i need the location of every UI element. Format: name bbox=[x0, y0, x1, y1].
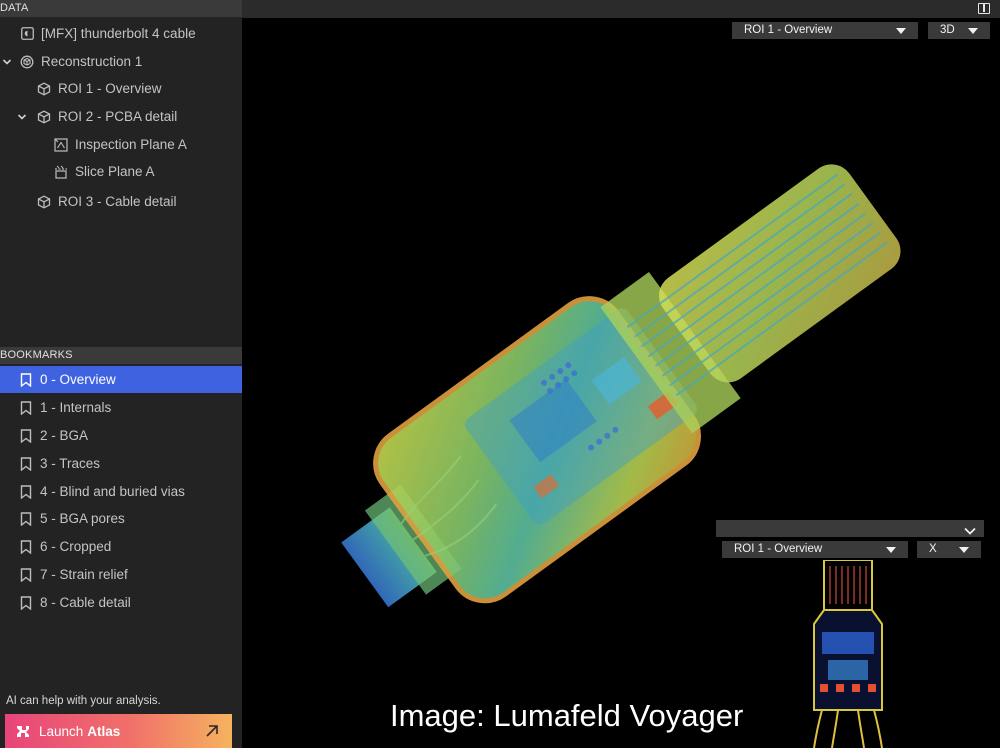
bookmark-item[interactable]: 8 - Cable detail bbox=[0, 589, 242, 616]
bookmark-icon bbox=[20, 539, 32, 554]
bookmark-icon bbox=[20, 595, 32, 610]
bookmark-icon bbox=[20, 428, 32, 443]
tree-item-label: [MFX] thunderbolt 4 cable bbox=[41, 26, 196, 41]
chevron-down-icon bbox=[964, 523, 976, 535]
axis-select[interactable]: X bbox=[917, 541, 981, 558]
tree-item-reconstruction[interactable]: Reconstruction 1 bbox=[0, 48, 242, 75]
atlas-logo-icon bbox=[15, 723, 31, 739]
bookmark-item[interactable]: 0 - Overview bbox=[0, 366, 242, 393]
3d-viewport[interactable]: ROI 1 - Overview 3D ROI 1 - Overview X I… bbox=[242, 0, 1000, 748]
bookmark-icon bbox=[20, 567, 32, 582]
launch-atlas-prefix: Launch bbox=[39, 723, 84, 739]
axis-select-value: X bbox=[929, 543, 937, 555]
external-arrow-icon bbox=[204, 723, 220, 739]
tree-item-label: ROI 3 - Cable detail bbox=[58, 194, 177, 209]
tree-item-inspection-plane[interactable]: Inspection Plane A bbox=[0, 131, 242, 158]
bookmark-item[interactable]: 7 - Strain relief bbox=[0, 561, 242, 588]
bookmark-item[interactable]: 3 - Traces bbox=[0, 450, 242, 477]
watermark: Image: Lumafeld Voyager bbox=[390, 698, 744, 733]
cube-icon bbox=[37, 81, 51, 96]
launch-atlas-button[interactable]: Launch Atlas bbox=[5, 714, 232, 748]
bookmark-label: 4 - Blind and buried vias bbox=[40, 484, 185, 499]
bookmark-item[interactable]: 5 - BGA pores bbox=[0, 505, 242, 532]
bookmark-label: 5 - BGA pores bbox=[40, 511, 125, 526]
caret-down-icon bbox=[959, 547, 969, 553]
bookmark-label: 1 - Internals bbox=[40, 400, 112, 415]
chevron-down-icon[interactable] bbox=[17, 112, 27, 122]
bookmark-label: 3 - Traces bbox=[40, 456, 101, 471]
reconstruction-icon bbox=[20, 55, 34, 69]
bookmark-item[interactable]: 2 - BGA bbox=[0, 422, 242, 449]
data-section-header: DATA bbox=[0, 0, 242, 17]
ai-help-text: AI can help with your analysis. bbox=[6, 695, 161, 707]
cube-icon bbox=[37, 194, 51, 209]
volume-file-icon bbox=[20, 27, 34, 41]
mini-roi-select[interactable]: ROI 1 - Overview bbox=[722, 541, 908, 558]
tree-item-volume-file[interactable]: [MFX] thunderbolt 4 cable bbox=[0, 20, 242, 47]
mini-view-select[interactable] bbox=[716, 520, 984, 537]
slice-preview[interactable] bbox=[808, 560, 888, 748]
tree-item-label: Slice Plane A bbox=[75, 164, 155, 179]
chevron-down-icon[interactable] bbox=[2, 57, 12, 67]
tree-item-label: Inspection Plane A bbox=[75, 137, 187, 152]
bookmark-label: 8 - Cable detail bbox=[40, 595, 131, 610]
sidebar: DATA [MFX] thunderbolt 4 cable Reconstru… bbox=[0, 0, 242, 748]
bookmark-item[interactable]: 4 - Blind and buried vias bbox=[0, 478, 242, 505]
viewport-toolbar bbox=[242, 0, 1000, 18]
caret-down-icon bbox=[886, 547, 896, 553]
tree-item-label: ROI 2 - PCBA detail bbox=[58, 109, 178, 124]
tree-item-roi-2[interactable]: ROI 2 - PCBA detail bbox=[0, 103, 242, 130]
bookmark-label: 0 - Overview bbox=[40, 372, 116, 387]
split-layout-icon[interactable] bbox=[978, 3, 990, 14]
tree-item-label: ROI 1 - Overview bbox=[58, 81, 162, 96]
tree-item-roi-1[interactable]: ROI 1 - Overview bbox=[0, 75, 242, 102]
tree-item-roi-3[interactable]: ROI 3 - Cable detail bbox=[0, 188, 242, 215]
bookmark-item[interactable]: 1 - Internals bbox=[0, 394, 242, 421]
bookmark-label: 6 - Cropped bbox=[40, 539, 112, 554]
bookmark-icon bbox=[20, 484, 32, 499]
bookmark-item[interactable]: 6 - Cropped bbox=[0, 533, 242, 560]
slice-plane-icon bbox=[54, 165, 68, 179]
tree-item-slice-plane[interactable]: Slice Plane A bbox=[0, 158, 242, 185]
bookmarks-section-header: BOOKMARKS bbox=[0, 347, 242, 364]
tree-item-label: Reconstruction 1 bbox=[41, 54, 143, 69]
launch-atlas-name: Atlas bbox=[87, 723, 121, 739]
bookmark-icon bbox=[20, 400, 32, 415]
bookmark-icon bbox=[20, 456, 32, 471]
inspection-plane-icon bbox=[54, 137, 68, 152]
bookmark-label: 7 - Strain relief bbox=[40, 567, 128, 582]
bookmark-icon bbox=[20, 511, 32, 526]
mini-roi-select-value: ROI 1 - Overview bbox=[734, 543, 823, 555]
cube-icon bbox=[37, 109, 51, 124]
bookmark-label: 2 - BGA bbox=[40, 428, 89, 443]
bookmark-icon bbox=[20, 372, 32, 387]
